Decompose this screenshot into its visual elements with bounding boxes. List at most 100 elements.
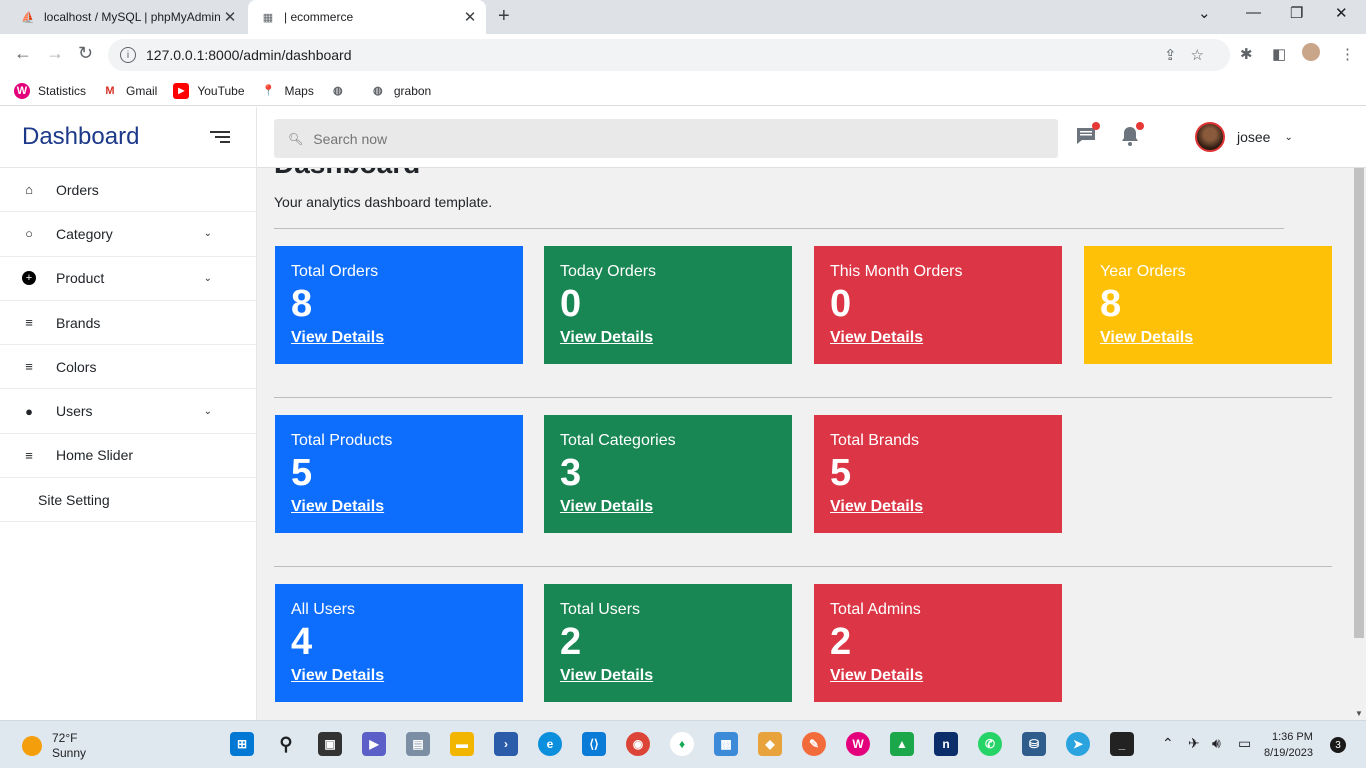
close-tab-icon[interactable]: ✕ [460, 8, 480, 26]
sidebar-item-orders[interactable]: ⌂ Orders [0, 168, 256, 213]
list-icon: ≡ [25, 447, 33, 463]
profile-avatar[interactable] [1302, 43, 1320, 61]
view-details-link[interactable]: View Details [560, 329, 776, 347]
sidebar-item-colors[interactable]: ≡ Colors [0, 345, 256, 390]
mysql-workbench-icon[interactable]: ⛁ [1022, 732, 1046, 756]
scroll-down-icon[interactable]: ▼ [1355, 709, 1363, 718]
volume-icon[interactable]: 🔊︎ [1212, 735, 1221, 752]
view-details-link[interactable]: View Details [830, 667, 1046, 685]
battery-icon[interactable]: ▭ [1238, 735, 1251, 752]
sidebar-item-brands[interactable]: ≡ Brands [0, 301, 256, 346]
list-icon: ≡ [25, 359, 33, 375]
airplane-icon[interactable]: ✈ [1188, 735, 1200, 752]
site-info-icon[interactable]: i [120, 47, 136, 63]
scrollbar[interactable]: ▼ [1351, 168, 1366, 720]
bookmark-maps[interactable]: 📍 Maps [261, 83, 314, 99]
weather-widget[interactable]: 72°F Sunny [22, 731, 86, 761]
globe-icon: ◍ [333, 85, 343, 97]
search-input[interactable] [313, 130, 1014, 147]
sidebar-item-users[interactable]: ● Users ⌄ [0, 389, 256, 434]
unread-dot [1136, 122, 1144, 130]
tab-ecommerce[interactable]: ▦ | ecommerce ✕ [248, 0, 486, 34]
menu-toggle-icon[interactable] [210, 131, 230, 143]
wamp-icon[interactable]: W [846, 732, 870, 756]
new-tab-icon[interactable]: + [498, 5, 510, 28]
messages-icon[interactable] [1075, 122, 1100, 147]
divider [274, 397, 1332, 398]
page-icon: ▦ [262, 11, 274, 24]
back-icon[interactable]: ← [14, 43, 32, 64]
scrollbar-thumb[interactable] [1354, 168, 1364, 638]
card-today-orders: Today Orders 0 View Details [544, 246, 792, 364]
divider [274, 228, 1284, 229]
bookmark-statistics[interactable]: W Statistics [14, 82, 86, 99]
tab-title: localhost / MySQL | phpMyAdmin [44, 10, 220, 24]
sidebar-item-category[interactable]: ○ Category ⌄ [0, 212, 256, 257]
edge-icon[interactable]: e [538, 732, 562, 756]
user-menu[interactable]: josee ⌄ [1195, 122, 1293, 152]
view-details-link[interactable]: View Details [560, 667, 776, 685]
explorer-tool-icon[interactable]: ▤ [406, 732, 430, 756]
system-clock[interactable]: 1:36 PM 8/19/2023 [1264, 729, 1313, 761]
globe-icon: ◍ [373, 85, 383, 97]
bookmark-gmail[interactable]: M Gmail [102, 83, 157, 99]
card-total-admins: Total Admins 2 View Details [814, 584, 1062, 702]
forward-icon[interactable]: → [46, 43, 64, 64]
sidebar-item-product[interactable]: + Product ⌄ [0, 257, 256, 301]
tab-title: | ecommerce [284, 10, 354, 24]
mongodb-icon[interactable]: ♦ [670, 732, 694, 756]
terminal-icon[interactable]: _ [1110, 732, 1134, 756]
sidebar-item-site-setting[interactable]: Site Setting [0, 478, 256, 523]
menu-icon[interactable]: ⋮ [1340, 45, 1355, 63]
bookmark-youtube[interactable]: ▶ YouTube [173, 82, 245, 99]
teams-icon[interactable]: ▶ [362, 732, 386, 756]
view-details-link[interactable]: View Details [830, 498, 1046, 516]
windows-taskbar: 72°F Sunny ⊞ ⚲ ▣ ▶ ▤ ▬ › e ⟨⟩ ◉ ♦ ▩ ◆ ✎ … [0, 720, 1366, 768]
view-details-link[interactable]: View Details [291, 498, 507, 516]
view-details-link[interactable]: View Details [830, 329, 1046, 347]
start-icon[interactable]: ⊞ [230, 732, 254, 756]
minimize-icon[interactable]: — [1246, 4, 1261, 21]
chevron-down-icon: ⌄ [203, 228, 212, 240]
powershell-icon[interactable]: › [494, 732, 518, 756]
whatsapp-icon[interactable]: ✆ [978, 732, 1002, 756]
bookmark-grabon[interactable]: ◍ grabon [370, 83, 431, 99]
telegram-icon[interactable]: ➤ [1066, 732, 1090, 756]
url-field[interactable]: i 127.0.0.1:8000/admin/dashboard ⇪☆ [108, 39, 1230, 71]
triangle-app-icon[interactable]: ▲ [890, 732, 914, 756]
task-view-icon[interactable]: ▣ [318, 732, 342, 756]
notion-n-icon[interactable]: n [934, 732, 958, 756]
notification-badge[interactable]: 3 [1330, 737, 1346, 753]
divider [274, 566, 1332, 567]
search-icon[interactable]: ⚲ [274, 732, 298, 756]
reload-icon[interactable]: ↻ [78, 43, 93, 64]
tab-phpmyadmin[interactable]: ⛵ localhost / MySQL | phpMyAdmin ✕ [8, 0, 246, 34]
view-details-link[interactable]: View Details [1100, 329, 1316, 347]
extensions-icon[interactable]: ✱ [1240, 45, 1253, 63]
bookmark-globe[interactable]: ◍ [330, 83, 354, 99]
view-details-link[interactable]: View Details [291, 667, 507, 685]
postman-icon[interactable]: ✎ [802, 732, 826, 756]
maximize-icon[interactable]: ❐ [1290, 4, 1303, 22]
browser-tab-bar: ⛵ localhost / MySQL | phpMyAdmin ✕ ▦ | e… [0, 0, 1366, 34]
person-icon: ● [25, 403, 33, 419]
share-star-icons[interactable]: ⇪☆ [1164, 46, 1218, 64]
close-window-icon[interactable]: ✕ [1335, 4, 1348, 22]
vscode-icon[interactable]: ⟨⟩ [582, 732, 606, 756]
view-details-link[interactable]: View Details [560, 498, 776, 516]
screen-tool-icon[interactable]: ▩ [714, 732, 738, 756]
notifications-icon[interactable] [1119, 122, 1144, 147]
sidebar-title[interactable]: Dashboard [22, 123, 210, 151]
sidebar-brand: Dashboard [0, 107, 256, 168]
sidebar-item-home-slider[interactable]: ≡ Home Slider [0, 434, 256, 479]
view-details-link[interactable]: View Details [291, 329, 507, 347]
sidebar: Dashboard ⌂ Orders ○ Category ⌄ + Produc… [0, 107, 257, 720]
file-explorer-icon[interactable]: ▬ [450, 732, 474, 756]
sourcetree-icon[interactable]: ◆ [758, 732, 782, 756]
chevron-up-icon[interactable]: ⌃ [1162, 735, 1174, 752]
side-panel-icon[interactable]: ◧ [1272, 45, 1286, 63]
close-tab-icon[interactable]: ✕ [220, 8, 240, 26]
tab-search-icon[interactable]: ⌄ [1198, 4, 1211, 22]
chrome-icon[interactable]: ◉ [626, 732, 650, 756]
search-box[interactable]: 🔍︎ [274, 119, 1058, 158]
